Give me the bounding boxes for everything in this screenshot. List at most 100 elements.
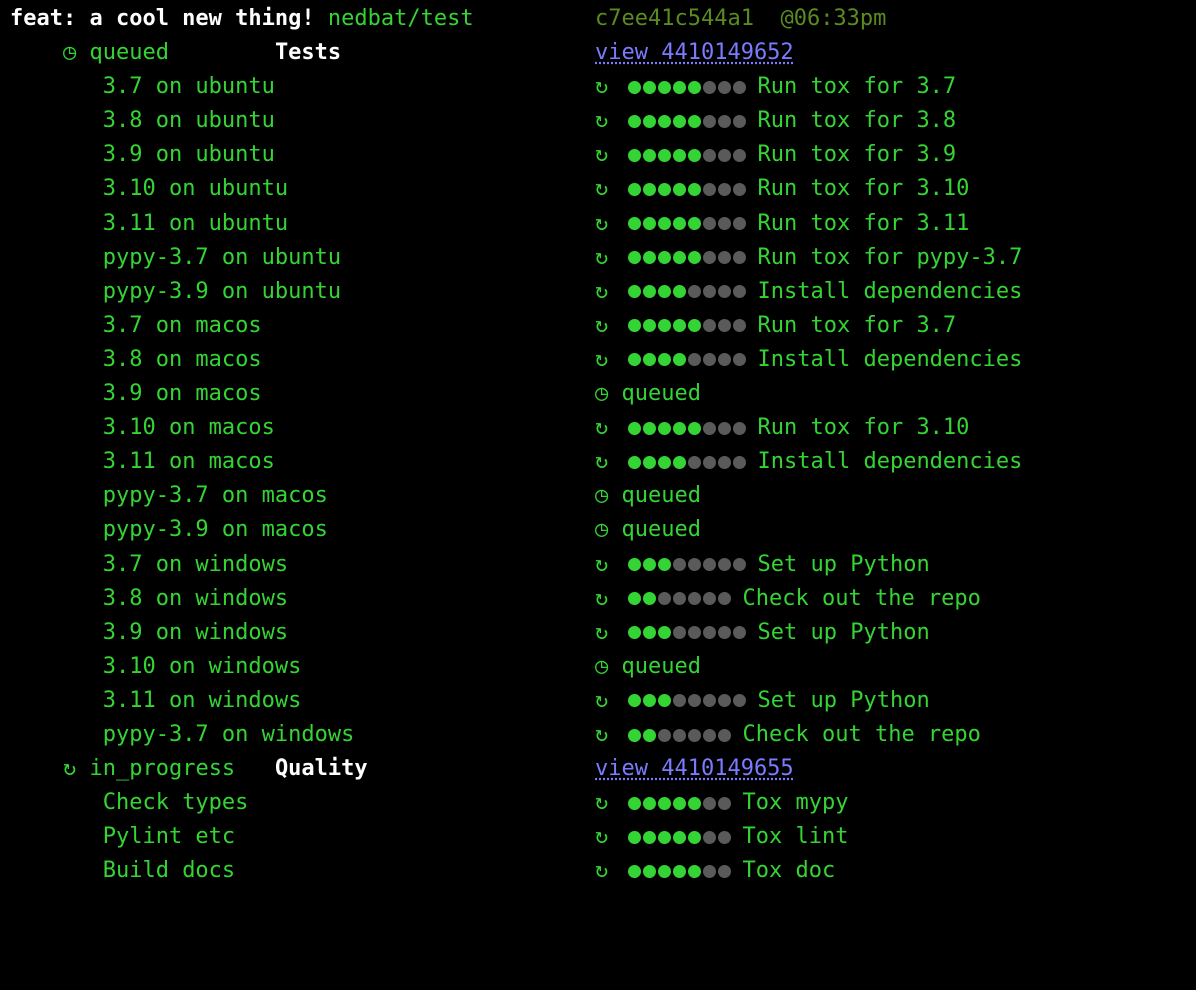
repo-name: nedbat/test [328, 6, 474, 31]
job-step: Check out the repo [743, 718, 981, 752]
job-name: 3.11 on windows [103, 688, 302, 713]
job-name: pypy-3.9 on macos [103, 517, 328, 542]
job-name: Check types [103, 790, 249, 815]
job-name: 3.8 on ubuntu [103, 108, 275, 133]
job-name: 3.11 on macos [103, 449, 275, 474]
job-name: 3.9 on ubuntu [103, 142, 275, 167]
job-status: queued [622, 479, 701, 513]
job-step: Run tox for 3.7 [758, 309, 957, 343]
spinner-icon: ↻ [595, 104, 608, 138]
progress-dots [628, 831, 731, 844]
workflow-name: Tests [275, 40, 341, 65]
progress-dots [628, 729, 731, 742]
spinner-icon: ↻ [595, 207, 608, 241]
spinner-icon: ↻ [595, 275, 608, 309]
progress-dots [628, 456, 746, 469]
workflow-status: queued [89, 40, 168, 65]
spinner-icon: ↻ [595, 445, 608, 479]
queued-icon: ◷ [595, 377, 608, 411]
job-step: Install dependencies [758, 343, 1023, 377]
job-step: Run tox for 3.9 [758, 138, 957, 172]
job-step: Run tox for pypy-3.7 [758, 241, 1023, 275]
job-name: 3.9 on windows [103, 620, 288, 645]
spinner-icon: ↻ [595, 786, 608, 820]
job-step: Run tox for 3.11 [758, 207, 970, 241]
job-name: 3.10 on macos [103, 415, 275, 440]
job-name: 3.10 on ubuntu [103, 176, 288, 201]
job-name: 3.9 on macos [103, 381, 262, 406]
view-run-link[interactable]: view 4410149652 [595, 36, 794, 70]
job-step: Install dependencies [758, 275, 1023, 309]
job-step: Tox doc [743, 854, 836, 888]
job-name: pypy-3.7 on ubuntu [103, 245, 341, 270]
job-name: pypy-3.7 on macos [103, 483, 328, 508]
progress-dots [628, 149, 746, 162]
queued-icon: ◷ [595, 650, 608, 684]
progress-dots [628, 285, 746, 298]
job-name: 3.7 on ubuntu [103, 74, 275, 99]
job-step: Run tox for 3.10 [758, 411, 970, 445]
commit-title: feat: a cool new thing! [10, 6, 315, 31]
queued-icon: ◷ [63, 36, 76, 70]
job-step: Set up Python [758, 548, 930, 582]
job-step: Set up Python [758, 684, 930, 718]
progress-dots [628, 865, 731, 878]
spinner-icon: ↻ [595, 343, 608, 377]
progress-dots [628, 694, 746, 707]
workflow-status: in_progress [89, 756, 235, 781]
spinner-icon: ↻ [595, 411, 608, 445]
commit-time: @06:33pm [780, 2, 886, 36]
job-name: Pylint etc [103, 824, 235, 849]
progress-dots [628, 592, 731, 605]
progress-dots [628, 422, 746, 435]
spinner-icon: ↻ [595, 309, 608, 343]
spinner-icon: ↻ [595, 241, 608, 275]
spinner-icon: ↻ [595, 820, 608, 854]
job-name: 3.10 on windows [103, 654, 302, 679]
job-name: 3.7 on macos [103, 313, 262, 338]
spinner-icon: ↻ [595, 718, 608, 752]
job-status: queued [622, 377, 701, 411]
job-step: Install dependencies [758, 445, 1023, 479]
job-name: 3.7 on windows [103, 552, 288, 577]
job-step: Tox lint [743, 820, 849, 854]
view-run-link[interactable]: view 4410149655 [595, 752, 794, 786]
progress-dots [628, 217, 746, 230]
job-step: Run tox for 3.8 [758, 104, 957, 138]
progress-dots [628, 353, 746, 366]
progress-dots [628, 626, 746, 639]
job-step: Set up Python [758, 616, 930, 650]
progress-dots [628, 251, 746, 264]
progress-dots [628, 797, 731, 810]
job-name: pypy-3.9 on ubuntu [103, 279, 341, 304]
progress-dots [628, 115, 746, 128]
job-name: 3.11 on ubuntu [103, 211, 288, 236]
job-step: Run tox for 3.7 [758, 70, 957, 104]
progress-dots [628, 81, 746, 94]
spinner-icon: ↻ [595, 172, 608, 206]
commit-hash: c7ee41c544a1 [595, 2, 754, 36]
job-name: 3.8 on macos [103, 347, 262, 372]
job-step: Check out the repo [743, 582, 981, 616]
spinner-icon: ↻ [595, 70, 608, 104]
progress-dots [628, 558, 746, 571]
job-status: queued [622, 513, 701, 547]
job-step: Run tox for 3.10 [758, 172, 970, 206]
spinner-icon: ↻ [595, 616, 608, 650]
progress-dots [628, 319, 746, 332]
job-name: 3.8 on windows [103, 586, 288, 611]
job-status: queued [622, 650, 701, 684]
workflow-name: Quality [275, 756, 368, 781]
spinner-icon: ↻ [595, 548, 608, 582]
job-name: Build docs [103, 858, 235, 883]
job-step: Tox mypy [743, 786, 849, 820]
spinner-icon: ↻ [595, 684, 608, 718]
spinner-icon: ↻ [595, 138, 608, 172]
progress-dots [628, 183, 746, 196]
queued-icon: ◷ [595, 479, 608, 513]
job-name: pypy-3.7 on windows [103, 722, 355, 747]
spinner-icon: ↻ [595, 854, 608, 888]
spinner-icon: ↻ [63, 752, 76, 786]
queued-icon: ◷ [595, 513, 608, 547]
spinner-icon: ↻ [595, 582, 608, 616]
